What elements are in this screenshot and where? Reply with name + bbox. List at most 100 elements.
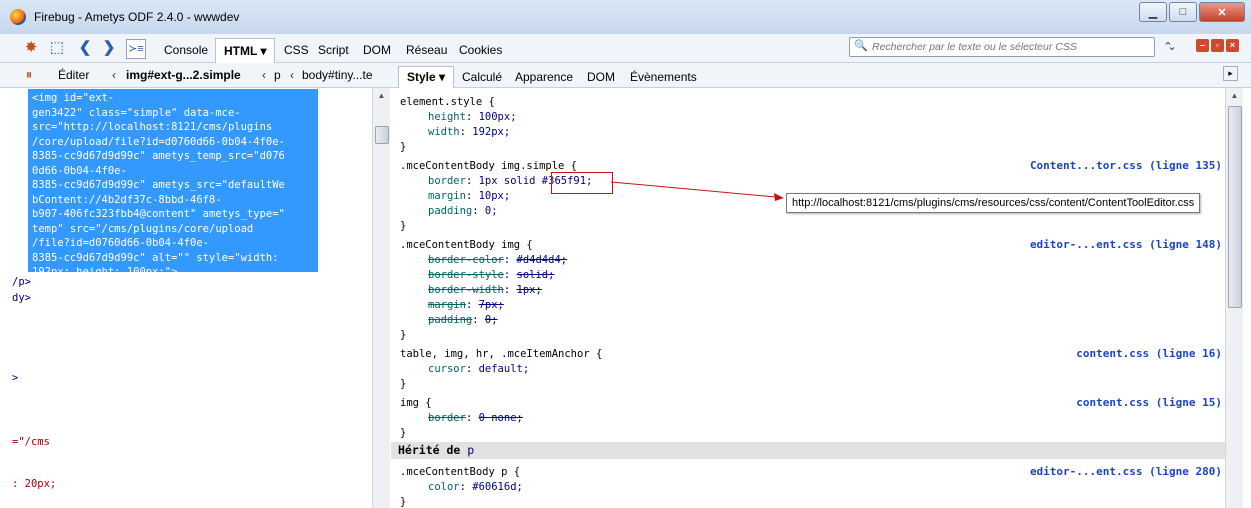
css-property[interactable]: border: 0 none; [428,411,523,426]
css-property-name[interactable]: height [428,111,466,123]
css-property-value[interactable]: 0 none; [479,412,523,424]
css-property-value[interactable]: default; [479,363,530,375]
css-search-input[interactable] [870,38,1154,56]
html-line[interactable]: ="/cms [12,435,50,449]
css-source-link[interactable]: editor-...ent.css (ligne 280) [1030,465,1222,478]
css-property[interactable]: border-color: #d4d4d4; [428,253,567,268]
css-property-name[interactable]: padding [428,314,472,326]
css-source-link[interactable]: content.css (ligne 16) [1076,347,1222,360]
maximize-button[interactable]: □ [1169,2,1197,22]
css-property[interactable]: border-width: 1px; [428,283,542,298]
css-brace: } [400,141,407,153]
html-panel-scrollbar[interactable]: ▲ [372,88,390,508]
css-brace: } [400,496,407,508]
minimize-button[interactable]: ▁ [1139,2,1167,22]
css-selector[interactable]: table, img, hr, .mceItemAnchor { [400,347,602,362]
style-panel-scrollbar[interactable]: ▲ [1225,88,1243,508]
tab-apparence[interactable]: Apparence [507,68,581,87]
css-property-name[interactable]: border-color [428,254,504,266]
css-property-value[interactable]: 1px; [517,284,542,296]
css-property-name[interactable]: margin [428,299,466,311]
search-next-icon[interactable]: ⌄ [1162,38,1182,56]
side-panel-menu-icon[interactable]: ▸ [1223,66,1238,81]
css-property[interactable]: width: 192px; [428,125,510,140]
breadcrumb-item-body[interactable]: body#tiny...te [302,68,373,82]
html-line[interactable]: /p> [12,275,31,289]
css-property-value[interactable]: 192px; [472,126,510,138]
html-line[interactable]: > [12,371,18,385]
tab-reseau[interactable]: Réseau [398,40,455,62]
css-property-value[interactable]: 0; [485,205,498,217]
window-title: Firebug - Ametys ODF 2.4.0 - wwwdev [34,10,240,24]
back-arrow-icon[interactable]: ❮ [76,39,94,57]
css-search-box[interactable]: 🔍 [849,37,1155,57]
html-line[interactable]: dy> [12,291,31,305]
firebug-icon[interactable]: ✸ [22,39,40,57]
css-property-value[interactable]: solid; [517,269,555,281]
css-property[interactable]: margin: 10px; [428,189,510,204]
css-property[interactable]: padding: 0; [428,313,498,328]
css-selector[interactable]: .mceContentBody img { [400,238,533,253]
css-property[interactable]: cursor: default; [428,362,529,377]
css-property-name[interactable]: margin [428,190,466,202]
highlighted-color-value-box [551,172,613,194]
css-property[interactable]: height: 100px; [428,110,517,125]
css-property-name[interactable]: border [428,412,466,424]
html-line[interactable]: : 20px; [12,477,56,491]
css-source-link[interactable]: Content...tor.css (ligne 135) [1030,159,1222,172]
scroll-up-icon[interactable]: ▲ [1226,88,1243,104]
css-property-value[interactable]: 7px; [479,299,504,311]
style-panel: element.style {height: 100px; width: 192p… [391,88,1225,508]
tab-script[interactable]: Script [310,40,357,62]
css-property-name[interactable]: padding [428,205,472,217]
css-property[interactable]: margin: 7px; [428,298,504,313]
css-property-value[interactable]: 10px; [479,190,511,202]
selected-node[interactable]: <img id="ext- gen3422" class="simple" da… [28,89,318,278]
scroll-thumb[interactable] [1228,106,1242,308]
css-source-link[interactable]: editor-...ent.css (ligne 148) [1030,238,1222,251]
css-property-name[interactable]: border-width [428,284,504,296]
css-property-name[interactable]: color [428,481,460,493]
breadcrumb-item-p[interactable]: p [274,68,281,82]
css-selector[interactable]: .mceContentBody p { [400,465,520,480]
tab-evenements[interactable]: Évènements [622,68,705,87]
css-file-tooltip: http://localhost:8121/cms/plugins/cms/re… [786,193,1201,213]
tab-console[interactable]: Console [156,40,216,62]
detach-firebug-icon[interactable]: ▫ [1211,39,1224,52]
css-property-value[interactable]: 0; [485,314,498,326]
tab-dom-side[interactable]: DOM [579,68,623,87]
pause-break-icon[interactable]: ⏸ [20,66,38,84]
css-property[interactable]: border-style: solid; [428,268,554,283]
tab-dom[interactable]: DOM [355,40,399,62]
firefox-icon [10,9,26,25]
edit-button[interactable]: Éditer [58,68,89,82]
forward-arrow-icon[interactable]: ❯ [100,39,118,57]
inspect-icon[interactable]: ⬚ [48,39,66,57]
css-brace: } [400,220,407,232]
command-line-icon[interactable]: ≻≡ [126,39,146,59]
tab-style[interactable]: Style ▾ [398,66,455,88]
scroll-up-icon[interactable]: ▲ [373,88,390,104]
close-firebug-icon[interactable]: × [1226,39,1239,52]
breadcrumb-scroll-left-icon[interactable]: ‹ [112,68,116,82]
inherited-element-link[interactable]: p [467,443,474,457]
css-property-name[interactable]: cursor [428,363,466,375]
css-property-value[interactable]: #d4d4d4; [517,254,568,266]
tab-calcule[interactable]: Calculé [454,68,510,87]
css-selector[interactable]: element.style { [400,95,495,110]
css-property[interactable]: color: #60616d; [428,480,523,495]
css-property-name[interactable]: border-style [428,269,504,281]
css-selector[interactable]: img { [400,396,432,411]
minimize-firebug-icon[interactable]: – [1196,39,1209,52]
css-property-value[interactable]: 100px; [479,111,517,123]
css-property-name[interactable]: border [428,175,466,187]
tab-html[interactable]: HTML ▾ [215,38,276,63]
css-property[interactable]: padding: 0; [428,204,498,219]
css-source-link[interactable]: content.css (ligne 15) [1076,396,1222,409]
scroll-thumb[interactable] [375,126,389,144]
css-property-value[interactable]: #60616d; [472,481,523,493]
tab-cookies[interactable]: Cookies [451,40,510,62]
breadcrumb-item-img[interactable]: img#ext-g...2.simple [126,68,241,82]
close-button[interactable]: ✕ [1199,2,1245,22]
css-property-name[interactable]: width [428,126,460,138]
